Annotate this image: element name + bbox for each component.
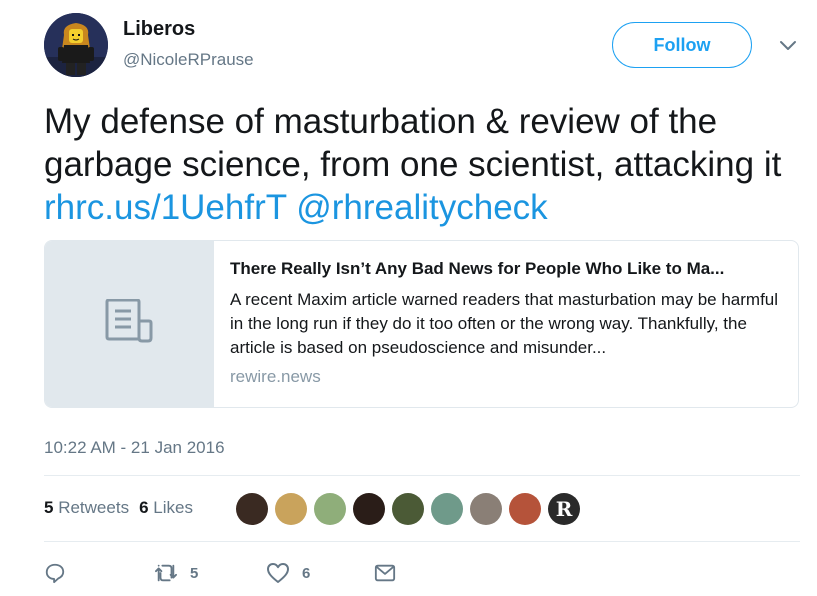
liker-avatar[interactable] — [392, 493, 424, 525]
tweet-text: My defense of masturbation & review of t… — [44, 100, 804, 229]
liker-avatar[interactable] — [431, 493, 463, 525]
card-domain: rewire.news — [230, 367, 321, 386]
divider-top — [44, 475, 800, 476]
reply-icon — [45, 563, 65, 584]
lego-figure-image — [44, 13, 108, 77]
author-display-name[interactable]: Liberos — [123, 18, 195, 41]
link-card[interactable]: There Really Isn’t Any Bad News for Peop… — [44, 240, 799, 408]
card-thumbnail — [45, 241, 214, 407]
divider-bottom — [44, 541, 800, 542]
liker-avatar[interactable] — [509, 493, 541, 525]
chevron-down-icon[interactable] — [776, 34, 800, 58]
retweet-button[interactable]: 5 — [154, 562, 266, 584]
liker-avatar[interactable] — [470, 493, 502, 525]
likes-stat[interactable]: 6 Likes — [139, 498, 193, 518]
retweet-icon — [155, 564, 177, 582]
tweet-link[interactable]: rhrc.us/1UehfrT — [44, 188, 287, 227]
direct-message-button[interactable] — [374, 563, 396, 583]
tweet-timestamp[interactable]: 10:22 AM - 21 Jan 2016 — [44, 438, 225, 458]
tweet-body: My defense of masturbation & review of t… — [44, 102, 782, 184]
follow-button[interactable]: Follow — [612, 22, 752, 68]
tweet-mention[interactable]: @rhrealitycheck — [296, 188, 547, 227]
like-count: 6 — [302, 564, 311, 582]
retweet-count: 5 — [190, 564, 199, 582]
card-description: A recent Maxim article warned readers th… — [230, 290, 779, 357]
card-title: There Really Isn’t Any Bad News for Peop… — [230, 259, 725, 278]
likes-count: 6 — [139, 498, 149, 517]
tweet-actions: 5 6 — [44, 562, 396, 584]
liker-avatar[interactable] — [353, 493, 385, 525]
retweets-label: Retweets — [58, 498, 130, 517]
likers-avatars: R — [236, 493, 580, 525]
reply-button[interactable] — [44, 562, 154, 584]
liker-avatar[interactable]: R — [548, 493, 580, 525]
liker-avatar[interactable] — [275, 493, 307, 525]
document-icon — [105, 299, 153, 343]
like-button[interactable]: 6 — [266, 562, 374, 584]
liker-avatar[interactable] — [236, 493, 268, 525]
heart-icon — [267, 563, 289, 583]
liker-avatar[interactable] — [314, 493, 346, 525]
author-avatar[interactable] — [44, 13, 108, 77]
author-screen-name[interactable]: @NicoleRPrause — [123, 50, 254, 70]
tweet-stats: 5 Retweets 6 Likes — [44, 498, 193, 518]
retweets-stat[interactable]: 5 Retweets — [44, 498, 129, 518]
envelope-icon — [374, 564, 396, 582]
likes-label: Likes — [153, 498, 193, 517]
retweets-count: 5 — [44, 498, 54, 517]
